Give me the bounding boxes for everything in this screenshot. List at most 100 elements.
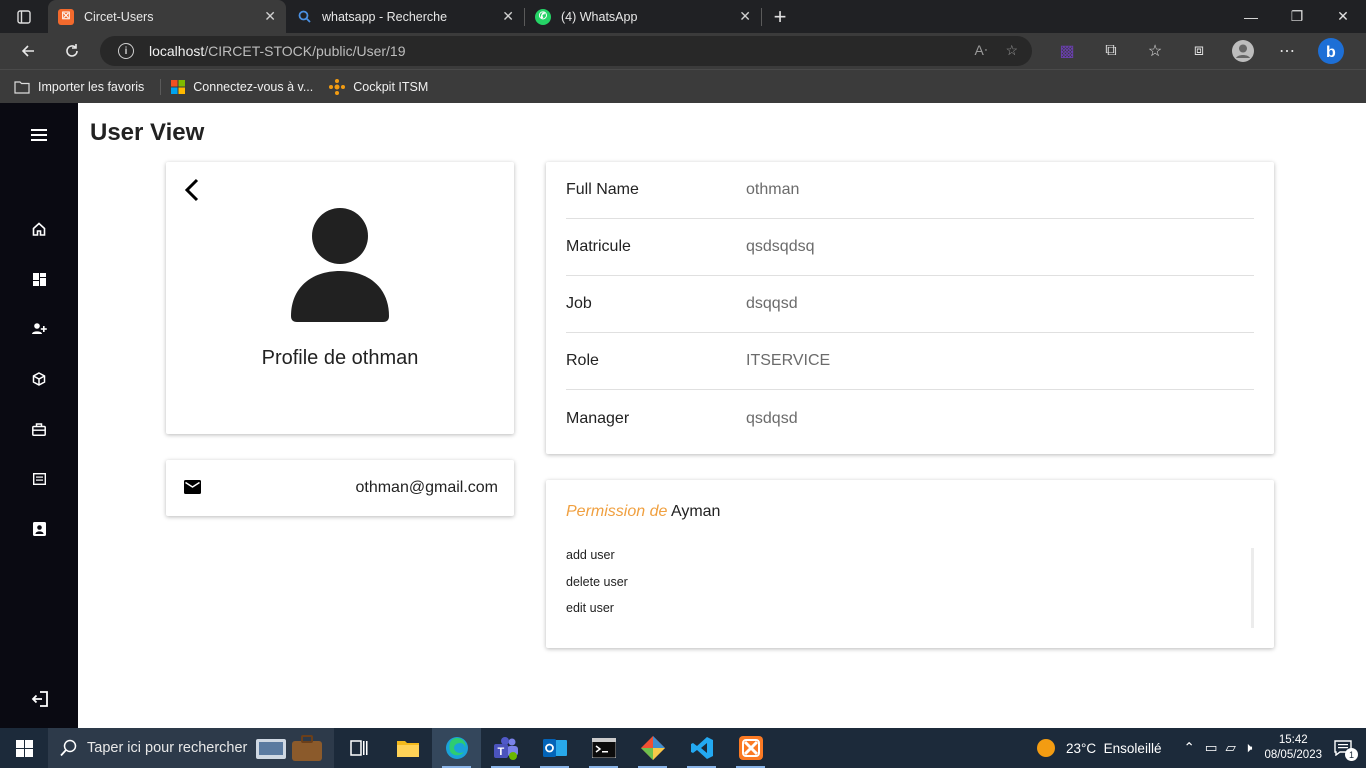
url-host: localhost: [149, 43, 205, 59]
sidebar-item-briefcase[interactable]: [29, 419, 49, 439]
permissions-title-prefix: Permission de: [566, 503, 668, 520]
minimize-button[interactable]: —: [1228, 0, 1274, 33]
back-link[interactable]: [184, 178, 200, 207]
detail-value: qsdsqdsq: [746, 238, 815, 255]
microsoft-icon: [171, 79, 186, 94]
favorite-cockpit[interactable]: Cockpit ITSM: [329, 78, 429, 95]
close-window-button[interactable]: ✕: [1320, 0, 1366, 33]
favorite-import[interactable]: Importer les favoris: [14, 80, 144, 94]
volume-muted-icon[interactable]: 🕨: [1244, 740, 1253, 756]
xampp-icon: [738, 736, 763, 760]
taskbar-teams[interactable]: T: [481, 728, 530, 768]
detail-label: Full Name: [566, 181, 639, 198]
tab-whatsapp[interactable]: ✆ (4) WhatsApp ✕: [525, 0, 761, 33]
logout-button[interactable]: [29, 689, 49, 709]
tab-whatsapp-search[interactable]: whatsapp - Recherche ✕: [286, 0, 524, 33]
restore-button[interactable]: ❐: [1274, 0, 1320, 33]
search-highlight-icon: [254, 733, 324, 767]
windows-taskbar: Taper ici pour rechercher T 23°C Ensolei…: [0, 728, 1366, 768]
detail-row-role: Role ITSERVICE: [566, 333, 1254, 390]
favorite-microsoft[interactable]: Connectez-vous à v...: [171, 79, 314, 94]
permissions-title: Permission de Ayman: [566, 503, 720, 521]
detail-label: Matricule: [566, 238, 631, 255]
chevron-up-icon[interactable]: ⌃: [1183, 740, 1194, 756]
taskbar-edge[interactable]: [432, 728, 481, 768]
profile-avatar-icon[interactable]: [1221, 40, 1265, 62]
url-path: /CIRCET-STOCK/public/User/19: [204, 43, 406, 59]
taskbar-search[interactable]: Taper ici pour rechercher: [48, 728, 334, 768]
person-icon: [291, 208, 389, 322]
new-tab-button[interactable]: +: [762, 0, 798, 33]
sidebar-item-add-user[interactable]: [29, 319, 49, 339]
git-icon: [640, 736, 665, 760]
teams-icon: T: [493, 737, 518, 760]
app-sidebar: [0, 103, 78, 728]
tab-title: (4) WhatsApp: [561, 9, 638, 24]
sidebar-item-dashboard[interactable]: [29, 269, 49, 289]
refresh-button[interactable]: [50, 33, 94, 69]
weather-sun-icon: [1036, 738, 1056, 758]
notification-count: 1: [1345, 748, 1358, 761]
bing-icon[interactable]: b: [1309, 38, 1353, 64]
site-info-icon[interactable]: i: [118, 43, 134, 59]
permissions-card: Permission de Ayman add user delete user…: [546, 480, 1274, 648]
clock[interactable]: 15:42 08/05/2023: [1264, 733, 1322, 763]
close-tab-icon[interactable]: ✕: [264, 8, 276, 25]
weather-text[interactable]: 23°C Ensoleillé: [1066, 741, 1161, 756]
close-tab-icon[interactable]: ✕: [739, 8, 751, 25]
extensions-puzzle-icon[interactable]: ⧉: [1089, 42, 1133, 60]
taskbar-file-explorer[interactable]: [383, 728, 432, 768]
vscode-icon: [690, 737, 713, 759]
detail-value: qsdqsd: [746, 409, 798, 427]
collections-icon[interactable]: ⧈: [1177, 42, 1221, 60]
menu-toggle-button[interactable]: [29, 125, 49, 145]
permissions-scrollbar[interactable]: [1251, 548, 1254, 628]
network-icon[interactable]: ▱: [1226, 740, 1236, 756]
start-button[interactable]: [0, 728, 48, 768]
close-tab-icon[interactable]: ✕: [502, 8, 514, 25]
taskbar-vscode[interactable]: [677, 728, 726, 768]
sidebar-item-home[interactable]: [29, 219, 49, 239]
taskbar-xampp[interactable]: [726, 728, 775, 768]
favorites-icon[interactable]: ☆: [1133, 41, 1177, 61]
favorite-label: Connectez-vous à v...: [193, 79, 314, 94]
sidebar-item-list[interactable]: [29, 469, 49, 489]
logout-icon: [31, 691, 48, 707]
back-button[interactable]: [6, 33, 50, 69]
add-favorite-icon[interactable]: ☆: [1005, 42, 1018, 59]
read-aloud-icon[interactable]: A͏ᐧ: [975, 42, 988, 59]
system-tray: 23°C Ensoleillé ⌃ ▭ ▱ 🕨 15:42 08/05/2023…: [1036, 728, 1366, 768]
outlook-icon: [542, 739, 567, 757]
briefcase-icon: [32, 422, 46, 436]
sidebar-item-stock[interactable]: [29, 369, 49, 389]
edge-icon: [445, 737, 468, 759]
detail-row-job: Job dsqqsd: [566, 276, 1254, 333]
taskbar-git[interactable]: [628, 728, 677, 768]
taskbar-terminal[interactable]: [579, 728, 628, 768]
mail-icon: [184, 480, 201, 499]
url-field[interactable]: i localhost/CIRCET-STOCK/public/User/19 …: [100, 36, 1032, 66]
notification-center-icon[interactable]: 1: [1334, 740, 1358, 761]
battery-icon[interactable]: ▭: [1205, 740, 1218, 756]
windows-logo-icon: [15, 739, 33, 757]
tab-circet-users[interactable]: ☒ Circet-Users ✕: [48, 0, 286, 33]
detail-row-manager: Manager qsdqsd: [566, 390, 1254, 447]
detail-value: othman: [746, 181, 800, 198]
window-controls: — ❐ ✕: [1228, 0, 1366, 33]
xampp-icon: ☒: [58, 8, 74, 25]
taskbar-outlook[interactable]: [530, 728, 579, 768]
task-view-button[interactable]: [334, 728, 383, 768]
sidebar-item-profile[interactable]: [29, 519, 49, 539]
tab-actions-button[interactable]: [0, 0, 48, 33]
svg-text:b: b: [1326, 44, 1336, 61]
task-view-icon: [349, 740, 367, 756]
detail-row-matricule: Matricule qsdsqdsq: [566, 219, 1254, 276]
refresh-icon: [66, 44, 78, 57]
terminal-icon: [591, 738, 616, 758]
extension-icon[interactable]: ▩: [1045, 41, 1089, 61]
profile-heading: Profile de othman: [261, 347, 419, 369]
clock-time: 15:42: [1278, 734, 1308, 746]
favorite-label: Cockpit ITSM: [353, 79, 429, 94]
more-menu-icon[interactable]: ⋯: [1265, 41, 1309, 61]
search-placeholder: Taper ici pour rechercher: [87, 740, 248, 756]
